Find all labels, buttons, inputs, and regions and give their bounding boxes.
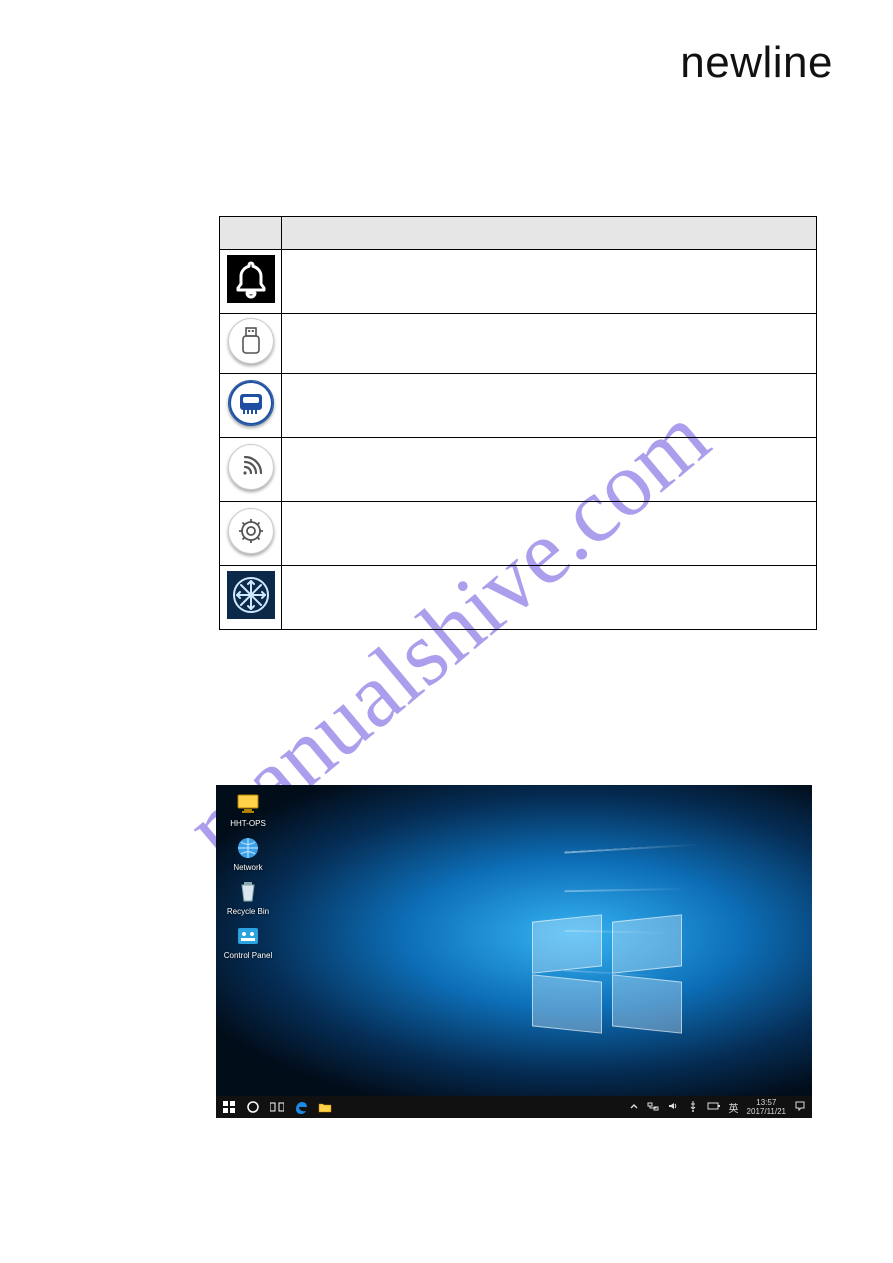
desktop-icon-label: HHT-OPS [222,819,274,829]
icon-description [282,502,817,566]
desktop-icon-label: Network [222,863,274,873]
icon-description [282,438,817,502]
computer-icon [235,791,261,817]
taskbar-clock[interactable]: 13:57 2017/11/21 [747,1098,786,1116]
chevron-up-icon[interactable] [629,1101,639,1114]
gear-icon [228,508,274,554]
taskbar: 英 13:57 2017/11/21 [216,1096,812,1118]
icon-description [282,374,817,438]
icon-description [282,250,817,314]
battery-tray-icon[interactable] [707,1101,721,1114]
desktop-icon-label: Recycle Bin [222,907,274,917]
table-row [220,438,817,502]
bell-icon [227,255,275,303]
table-row [220,314,817,374]
table-row [220,250,817,314]
icon-description [282,314,817,374]
desktop-icon-recycle-bin[interactable]: Recycle Bin [222,879,274,917]
edge-icon[interactable] [294,1100,308,1114]
usb-icon [228,318,274,364]
desktop-icon-hht-ops[interactable]: HHT-OPS [222,791,274,829]
brand-logo: newline [680,38,833,88]
icon-table [219,216,817,630]
taskview-icon[interactable] [270,1100,284,1114]
usb-tray-icon[interactable] [687,1100,699,1115]
network-tray-icon[interactable] [647,1100,659,1115]
bin-icon [235,879,261,905]
desktop-icon-network[interactable]: Network [222,835,274,873]
table-row [220,566,817,630]
globe-icon [235,835,261,861]
icon-description [282,566,817,630]
volume-tray-icon[interactable] [667,1100,679,1115]
panel-icon [235,923,261,949]
wifi-icon [228,444,274,490]
freeze-icon [227,571,275,619]
ime-tray-icon[interactable]: 英 [729,1100,739,1115]
table-row [220,502,817,566]
start-icon[interactable] [222,1100,236,1114]
desktop-icon-control-panel[interactable]: Control Panel [222,923,274,961]
icon-table-header-desc [282,217,817,250]
windows-screenshot: HHT-OPS Network Recycle Bin Control Pane… [216,785,812,1118]
file-explorer-icon[interactable] [318,1100,332,1114]
windows-logo [532,918,682,1030]
clock-date: 2017/11/21 [747,1107,786,1116]
cortana-icon[interactable] [246,1100,260,1114]
table-row [220,374,817,438]
clock-time: 13:57 [747,1098,786,1107]
chip-icon [228,380,274,426]
icon-table-header-icon [220,217,282,250]
desktop-icon-label: Control Panel [222,951,274,961]
wallpaper [216,785,812,1118]
action-center-icon[interactable] [794,1100,806,1115]
